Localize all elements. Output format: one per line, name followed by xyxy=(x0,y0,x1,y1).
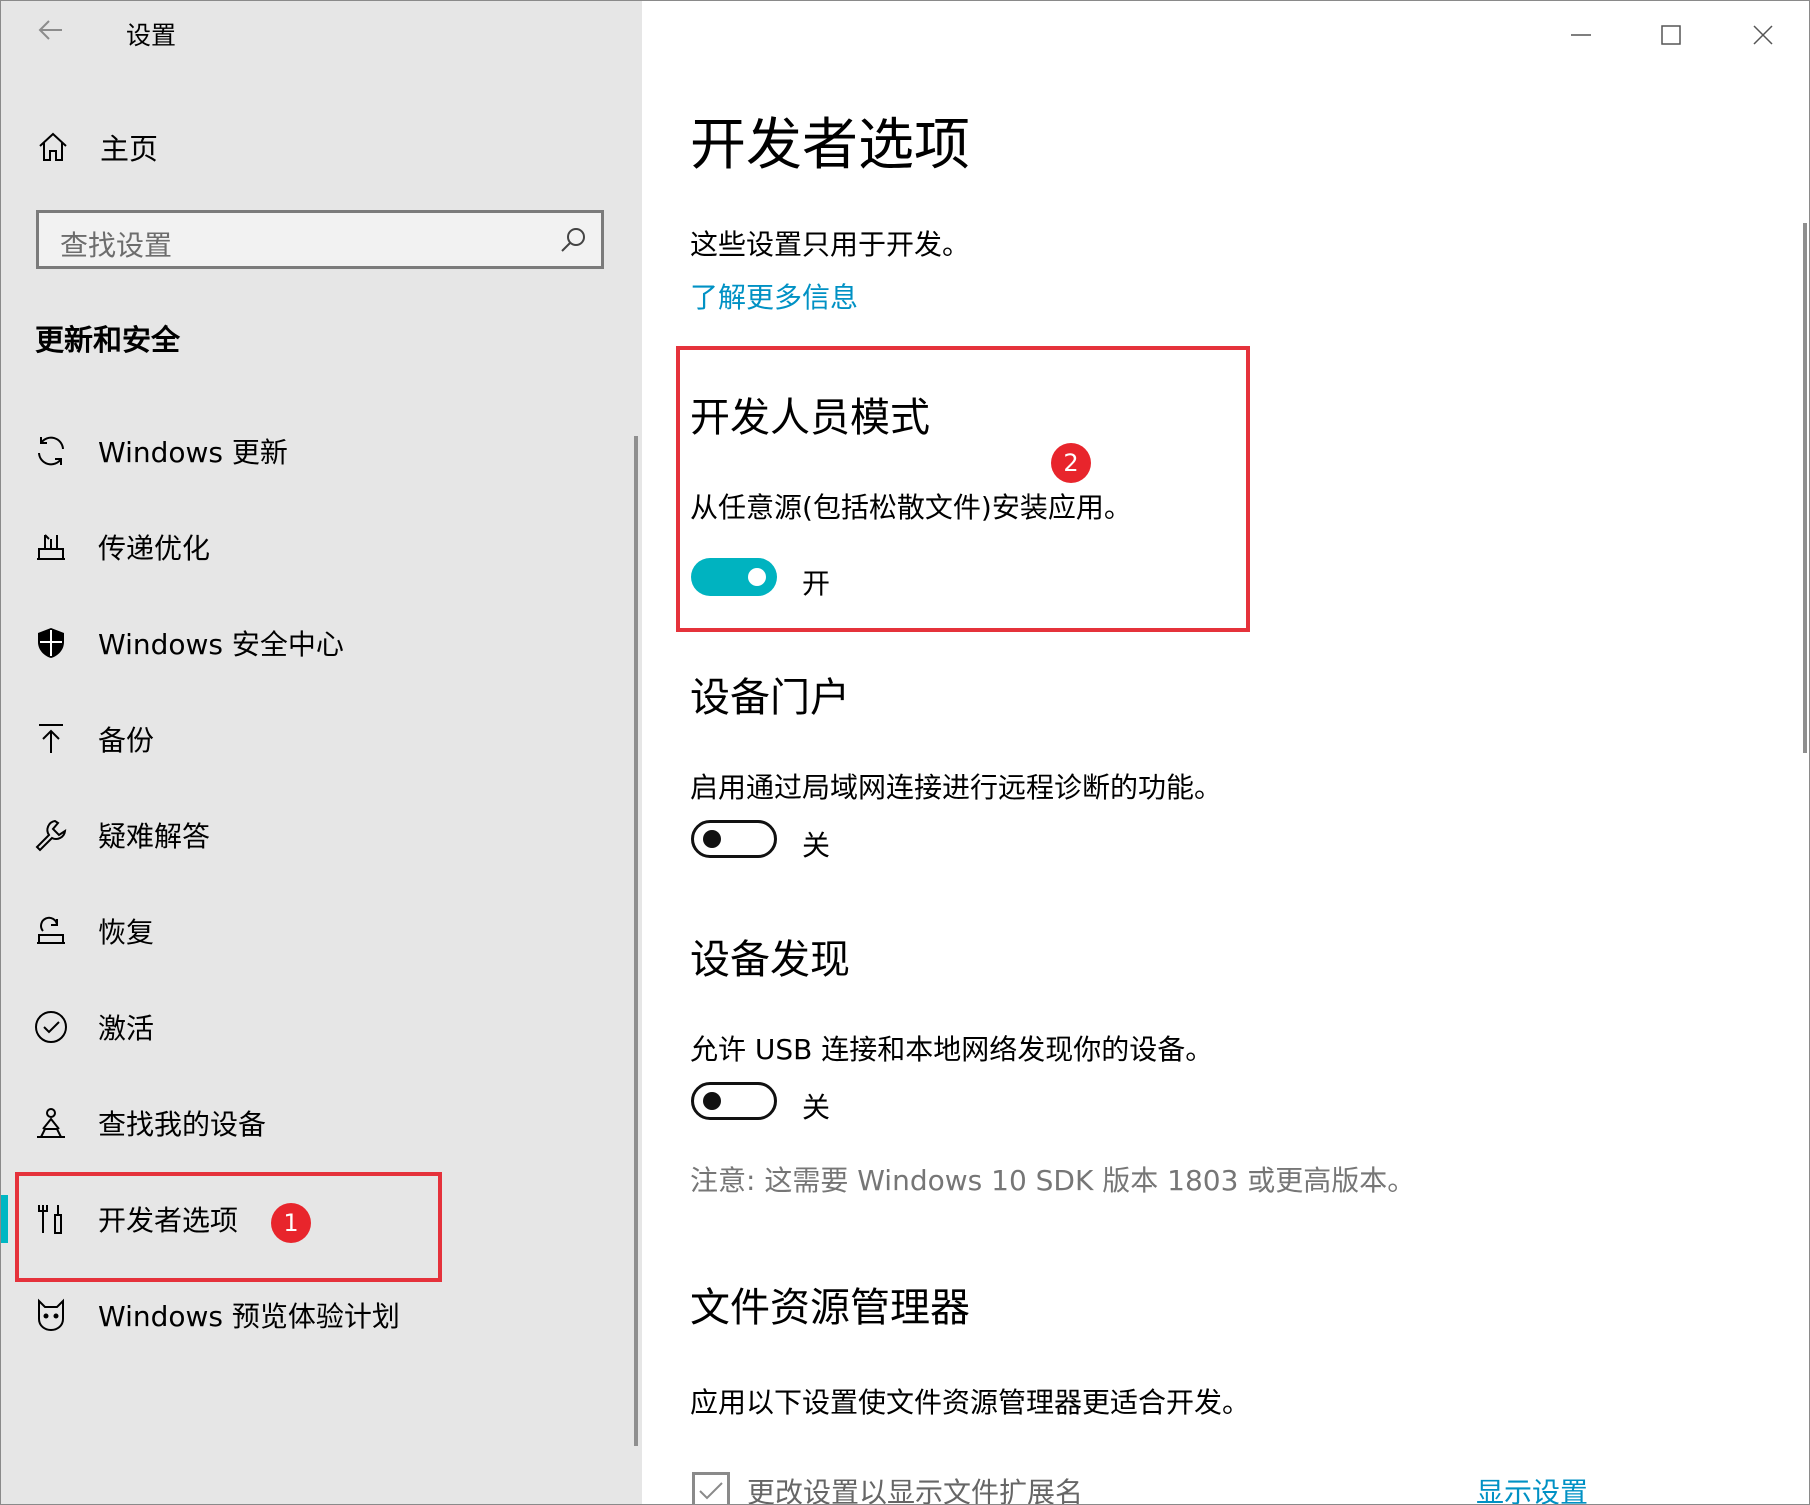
device-discovery-heading: 设备发现 xyxy=(690,937,850,983)
checkmark-icon xyxy=(699,1482,723,1500)
person-location-icon xyxy=(31,1103,71,1143)
insider-cat-icon xyxy=(31,1295,71,1335)
show-settings-link[interactable]: 显示设置 xyxy=(1476,1471,1588,1504)
sidebar-item-label: 恢复 xyxy=(98,916,155,949)
sidebar-item-activation[interactable]: 激活 xyxy=(1,987,642,1067)
device-discovery-description: 允许 USB 连接和本地网络发现你的设备。 xyxy=(690,1033,1214,1066)
shield-icon xyxy=(31,623,71,663)
highlight-box-developer-options xyxy=(15,1172,442,1282)
main-content: 开发者选项 这些设置只用于开发。 了解更多信息 开发人员模式 从任意源(包括松散… xyxy=(642,1,1809,1504)
device-portal-description: 启用通过局域网连接进行远程诊断的功能。 xyxy=(690,771,1223,804)
sidebar-item-windows-insider[interactable]: Windows 预览体验计划 xyxy=(1,1275,642,1355)
file-explorer-description: 应用以下设置使文件资源管理器更适合开发。 xyxy=(690,1386,1251,1419)
device-discovery-toggle[interactable] xyxy=(691,1082,777,1120)
toggle-knob xyxy=(703,830,721,848)
upload-icon xyxy=(31,719,71,759)
sidebar-item-label: 传递优化 xyxy=(98,532,211,565)
check-circle-icon xyxy=(31,1007,71,1047)
sidebar-item-label: Windows 安全中心 xyxy=(98,628,344,661)
sidebar-item-delivery-optimization[interactable]: 传递优化 xyxy=(1,507,642,587)
sidebar-item-windows-security[interactable]: Windows 安全中心 xyxy=(1,603,642,683)
file-explorer-heading: 文件资源管理器 xyxy=(690,1285,970,1331)
search-icon xyxy=(561,228,585,252)
device-portal-heading: 设备门户 xyxy=(690,675,850,721)
sync-icon xyxy=(31,431,71,471)
main-scrollbar[interactable] xyxy=(1803,223,1807,753)
learn-more-link[interactable]: 了解更多信息 xyxy=(690,276,858,316)
sidebar-item-label: Windows 更新 xyxy=(98,436,288,469)
sidebar-item-backup[interactable]: 备份 xyxy=(1,699,642,779)
sidebar: 设置 主页 查找设置 更新和安全 Windows 更新 传递优化 Windows… xyxy=(1,1,642,1504)
sidebar-item-label: 查找我的设备 xyxy=(98,1108,267,1141)
back-arrow-icon xyxy=(38,20,62,40)
device-discovery-state: 关 xyxy=(802,1091,831,1124)
step-badge-2: 2 xyxy=(1051,443,1091,483)
sidebar-item-label: 激活 xyxy=(98,1012,155,1045)
sidebar-item-windows-update[interactable]: Windows 更新 xyxy=(1,411,642,491)
wrench-icon xyxy=(31,815,71,855)
search-input[interactable]: 查找设置 xyxy=(36,210,604,269)
show-extensions-label: 更改设置以显示文件扩展名 xyxy=(747,1476,1084,1505)
app-title: 设置 xyxy=(126,21,177,50)
step-badge-1: 1 xyxy=(271,1203,311,1243)
settings-window: 设置 主页 查找设置 更新和安全 Windows 更新 传递优化 Windows… xyxy=(0,0,1810,1505)
sidebar-item-recovery[interactable]: 恢复 xyxy=(1,891,642,971)
home-icon xyxy=(31,125,75,169)
sidebar-scrollbar[interactable] xyxy=(634,436,638,1446)
page-title: 开发者选项 xyxy=(690,113,970,178)
sdk-note: 注意: 这需要 Windows 10 SDK 版本 1803 或更高版本。 xyxy=(690,1164,1416,1197)
sidebar-item-label: Windows 预览体验计划 xyxy=(98,1300,400,1333)
sidebar-item-label: 备份 xyxy=(98,724,155,757)
highlight-box-developer-mode xyxy=(676,346,1250,632)
home-nav-item[interactable]: 主页 xyxy=(31,123,591,171)
sidebar-item-troubleshoot[interactable]: 疑难解答 xyxy=(1,795,642,875)
page-description: 这些设置只用于开发。 xyxy=(690,228,971,261)
home-label: 主页 xyxy=(100,132,159,166)
device-portal-toggle[interactable] xyxy=(691,820,777,858)
sidebar-item-label: 疑难解答 xyxy=(98,820,211,853)
toggle-knob xyxy=(703,1092,721,1110)
delivery-icon xyxy=(31,527,71,567)
back-button[interactable] xyxy=(31,15,71,55)
section-title: 更新和安全 xyxy=(35,323,181,357)
device-portal-state: 关 xyxy=(802,829,831,862)
recovery-icon xyxy=(31,911,71,951)
show-extensions-checkbox[interactable] xyxy=(692,1472,730,1504)
sidebar-item-find-my-device[interactable]: 查找我的设备 xyxy=(1,1083,642,1163)
active-indicator xyxy=(1,1195,8,1243)
search-placeholder: 查找设置 xyxy=(60,229,173,262)
